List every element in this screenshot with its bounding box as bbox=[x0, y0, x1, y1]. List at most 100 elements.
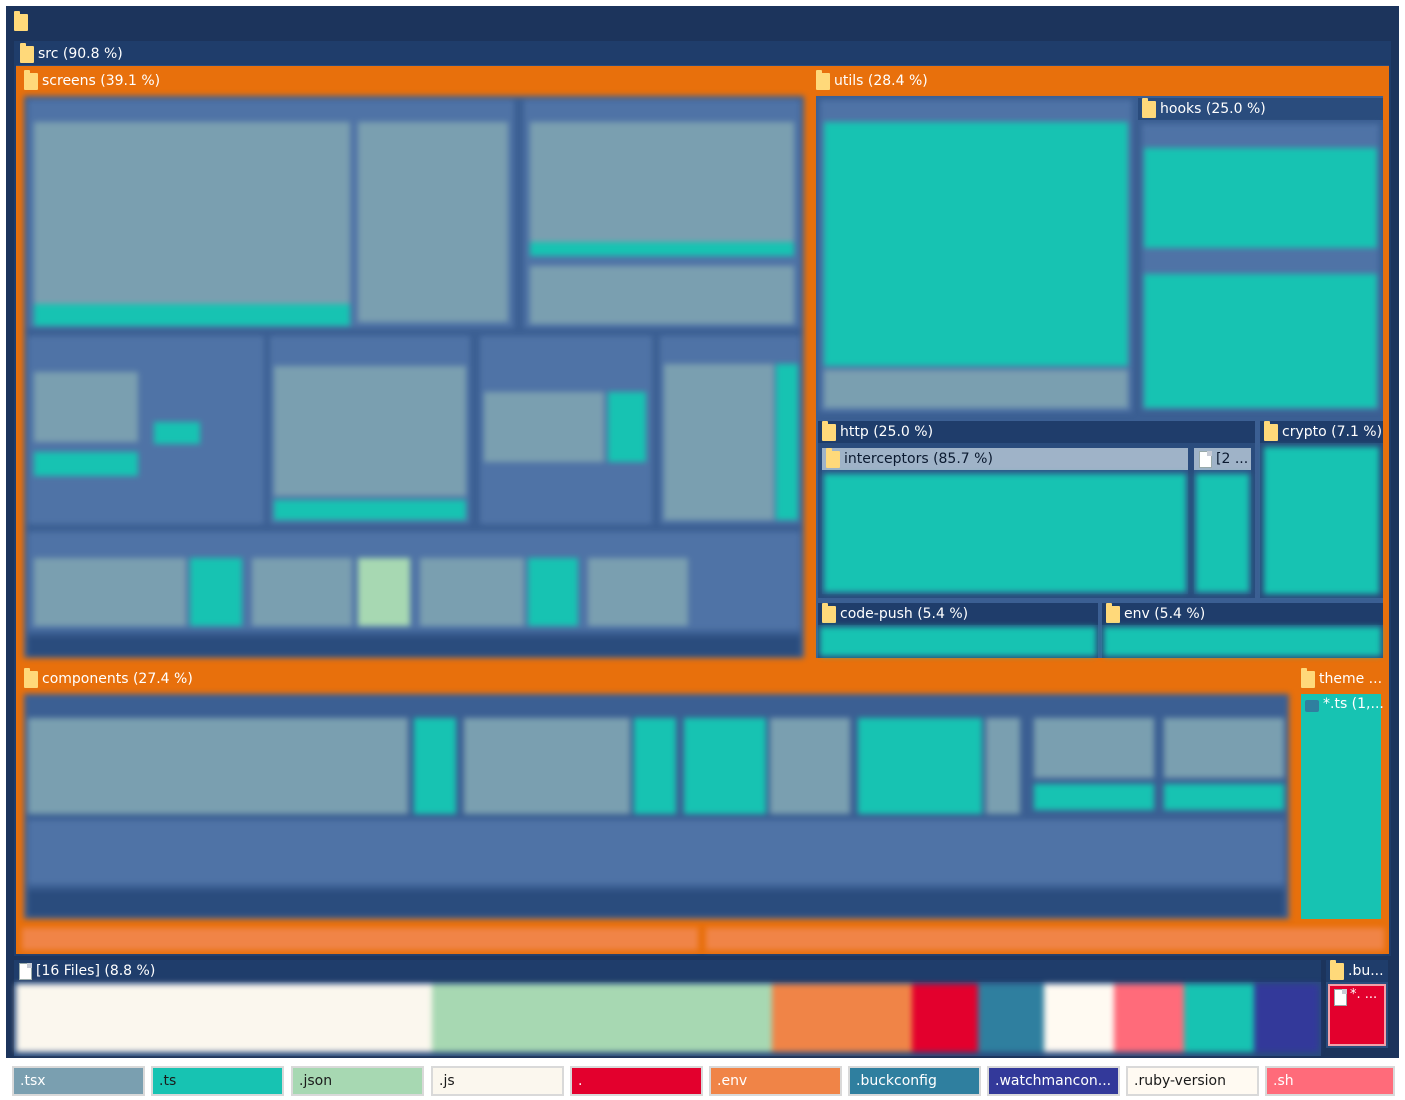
ts-file-icon bbox=[1305, 700, 1319, 712]
folder-hooks-label: hooks (25.0 %) bbox=[1160, 101, 1266, 117]
files-content bbox=[16, 984, 1319, 1054]
folder-env-label: env (5.4 %) bbox=[1124, 606, 1206, 622]
files-group-label: [16 Files] (8.8 %) bbox=[36, 963, 156, 979]
tile bbox=[34, 372, 138, 442]
hooks-content bbox=[1142, 124, 1379, 410]
legend-ruby-version[interactable]: .ruby-version bbox=[1126, 1066, 1259, 1096]
folder-src-label: src (90.8 %) bbox=[38, 46, 123, 62]
screens-content bbox=[24, 96, 804, 658]
folder-screens-header: screens (39.1 %) bbox=[20, 70, 808, 92]
folder-interceptors[interactable]: interceptors (85.7 %) bbox=[822, 448, 1188, 594]
tile bbox=[420, 558, 524, 626]
folder-crypto-header: crypto (7.1 %) bbox=[1260, 421, 1383, 443]
folder-theme-label: theme ... bbox=[1319, 671, 1383, 687]
folder-icon bbox=[816, 70, 830, 90]
files-group-header: [16 Files] (8.8 %) bbox=[14, 960, 1321, 982]
root-folder-icon bbox=[14, 11, 28, 31]
folder-http[interactable]: http (25.0 %) interceptors (85.7 %) [2 .… bbox=[818, 421, 1255, 598]
tile bbox=[34, 558, 186, 626]
folder-icon bbox=[1106, 603, 1120, 623]
tile bbox=[34, 452, 138, 476]
interceptors-sibling-label: [2 ... bbox=[1216, 451, 1249, 467]
tile bbox=[588, 558, 688, 626]
folder-code-push-label: code-push (5.4 %) bbox=[840, 606, 969, 622]
legend-js[interactable]: .js bbox=[431, 1066, 564, 1096]
folder-http-label: http (25.0 %) bbox=[840, 424, 934, 440]
folder-icon bbox=[1264, 421, 1278, 441]
interceptors-sibling-header: [2 ... bbox=[1194, 448, 1251, 470]
legend-env[interactable]: .env bbox=[709, 1066, 842, 1096]
tile bbox=[530, 242, 794, 256]
folder-hooks[interactable]: hooks (25.0 %) bbox=[1138, 98, 1383, 414]
legend-ts[interactable]: .ts bbox=[151, 1066, 284, 1096]
tile bbox=[664, 364, 774, 520]
folder-code-push[interactable]: code-push (5.4 %) bbox=[818, 603, 1098, 658]
folder-icon bbox=[822, 421, 836, 441]
folder-code-push-header: code-push (5.4 %) bbox=[818, 603, 1098, 625]
file-icon bbox=[19, 963, 32, 980]
folder-theme[interactable]: theme ... *.ts (1,... bbox=[1297, 668, 1385, 923]
files-group[interactable]: [16 Files] (8.8 %) bbox=[14, 960, 1321, 1056]
tile bbox=[252, 558, 352, 626]
tile bbox=[484, 392, 604, 462]
folder-bu-label: .bu... bbox=[1348, 963, 1384, 979]
tile bbox=[28, 636, 800, 656]
folder-theme-header: theme ... bbox=[1297, 668, 1385, 690]
tile bbox=[34, 304, 350, 326]
tile bbox=[528, 558, 578, 626]
tile bbox=[190, 558, 242, 626]
folder-src-header: src (90.8 %) bbox=[16, 43, 1389, 65]
tile bbox=[358, 558, 410, 626]
folder-icon bbox=[822, 603, 836, 623]
folder-env-header: env (5.4 %) bbox=[1102, 603, 1383, 625]
folder-screens-label: screens (39.1 %) bbox=[42, 73, 161, 89]
legend-buckconfig[interactable]: .buckconfig bbox=[848, 1066, 981, 1096]
legend-json[interactable]: .json bbox=[291, 1066, 424, 1096]
theme-ts-label: *.ts (1,... bbox=[1323, 696, 1384, 712]
interceptors-sibling[interactable]: [2 ... bbox=[1194, 448, 1251, 594]
tile bbox=[274, 366, 466, 496]
legend-tsx[interactable]: .tsx bbox=[12, 1066, 145, 1096]
folder-icon bbox=[1142, 98, 1156, 118]
folder-crypto[interactable]: crypto (7.1 %) bbox=[1260, 421, 1383, 598]
tile bbox=[154, 422, 200, 444]
file-icon bbox=[1334, 989, 1347, 1006]
file-icon bbox=[1199, 451, 1212, 468]
tile bbox=[608, 392, 646, 462]
folder-icon bbox=[1301, 668, 1315, 688]
folder-utils-label: utils (28.4 %) bbox=[834, 73, 928, 89]
theme-ts-files[interactable]: *.ts (1,... bbox=[1301, 694, 1384, 919]
folder-components[interactable]: components (27.4 %) bbox=[20, 668, 1293, 923]
bu-file-label: *. ... bbox=[1350, 987, 1378, 1002]
folder-utils-header: utils (28.4 %) bbox=[812, 70, 1387, 92]
strip-left bbox=[22, 928, 698, 950]
folder-screens[interactable]: screens (39.1 %) bbox=[20, 70, 808, 662]
code-push-content bbox=[820, 627, 1096, 656]
folder-http-header: http (25.0 %) bbox=[818, 421, 1255, 443]
folder-icon bbox=[1330, 960, 1344, 980]
folder-env[interactable]: env (5.4 %) bbox=[1102, 603, 1383, 658]
tile bbox=[34, 122, 350, 322]
crypto-content bbox=[1264, 447, 1379, 594]
legend-dot[interactable]: . bbox=[570, 1066, 703, 1096]
interceptors-content bbox=[824, 474, 1186, 592]
folder-hooks-header: hooks (25.0 %) bbox=[1138, 98, 1383, 120]
legend-watchmanconfig[interactable]: .watchmancon... bbox=[987, 1066, 1120, 1096]
interceptors-sibling-content bbox=[1196, 474, 1249, 592]
bu-file[interactable]: *. ... bbox=[1328, 984, 1386, 1046]
components-content bbox=[24, 694, 1289, 919]
folder-crypto-label: crypto (7.1 %) bbox=[1282, 424, 1383, 440]
strip-right bbox=[706, 928, 1384, 950]
folder-icon bbox=[24, 70, 38, 90]
folder-icon bbox=[24, 668, 38, 688]
folder-bu-header: .bu... bbox=[1326, 960, 1388, 982]
folder-interceptors-label: interceptors (85.7 %) bbox=[844, 451, 993, 467]
folder-components-header: components (27.4 %) bbox=[20, 668, 1293, 690]
env-content bbox=[1104, 627, 1381, 656]
tile bbox=[776, 364, 798, 520]
folder-components-label: components (27.4 %) bbox=[42, 671, 193, 687]
folder-bu[interactable]: .bu... *. ... bbox=[1326, 960, 1388, 1048]
tile bbox=[530, 266, 794, 324]
legend-sh[interactable]: .sh bbox=[1265, 1066, 1395, 1096]
folder-icon bbox=[826, 448, 840, 468]
